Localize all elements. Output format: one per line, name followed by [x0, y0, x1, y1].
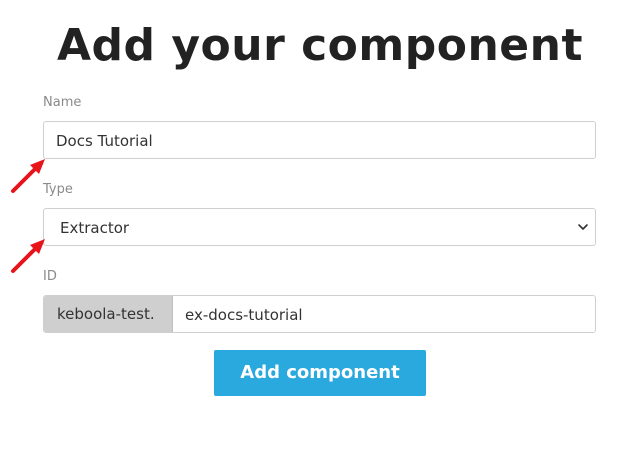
id-prefix: keboola-test. [44, 296, 173, 332]
type-select[interactable]: Extractor [43, 208, 596, 246]
page-title: Add your component [56, 20, 584, 71]
id-input-value: ex-docs-tutorial [185, 306, 303, 324]
name-input[interactable]: Docs Tutorial [43, 121, 596, 159]
red-arrow-icon [11, 239, 45, 273]
id-input-group[interactable]: keboola-test. ex-docs-tutorial [43, 295, 596, 333]
chevron-down-icon [578, 224, 588, 230]
red-arrow-icon [11, 159, 45, 193]
type-select-value: Extractor [60, 219, 130, 237]
add-component-button[interactable]: Add component [214, 350, 426, 396]
id-prefix-text: keboola-test. [57, 305, 155, 323]
name-label: Name [43, 95, 82, 110]
name-input-value: Docs Tutorial [56, 132, 153, 150]
